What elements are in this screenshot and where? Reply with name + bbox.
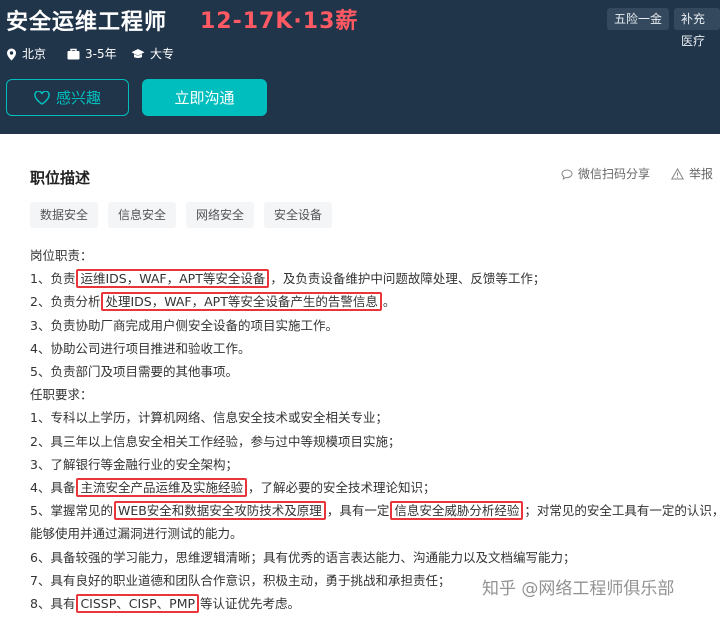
- interest-label: 感兴趣: [55, 89, 101, 107]
- text-segment: 。: [382, 294, 396, 310]
- requirement-item-continued: 能够使用并通过漏洞进行测试的能力。: [30, 526, 243, 542]
- requirement-item: 5、掌握常见的 WEB安全和数据安全攻防技术及原理 ，具有一定 信息安全威胁分析经验；…: [30, 499, 720, 522]
- job-description-text: 岗位职责： 1、负责 运维IDS，WAF，APT等安全设备 ，及负责设备维护中问题故…: [30, 244, 720, 615]
- report-label: 举报: [689, 167, 714, 181]
- share-button[interactable]: 微信扫码分享: [561, 165, 650, 183]
- graduation-cap-icon: [131, 49, 145, 58]
- text-segment: ，了解必要的安全技术理论知识；: [247, 480, 436, 496]
- highlighted-text: 信息安全威胁分析经验: [390, 501, 524, 521]
- duty-item: 5、负责部门及项目需要的其他事项。: [30, 364, 238, 380]
- text-segment: 8、具有: [30, 596, 76, 612]
- text-segment: 4、具备: [30, 480, 76, 496]
- text-segment: 等认证优先考虑。: [200, 596, 301, 612]
- warning-icon: [671, 168, 684, 180]
- job-description-card: 职位描述 微信扫码分享 举报 数据安全 信息安全 网络安全 安全设备 岗位职责：…: [0, 146, 720, 620]
- chat-now-button[interactable]: 立即沟通: [142, 79, 267, 116]
- skill-tag[interactable]: 信息安全: [108, 202, 177, 228]
- education-text: 大专: [150, 47, 175, 61]
- duties-heading: 岗位职责：: [30, 248, 93, 263]
- job-header: 安全运维工程师 12-17K·13薪 五险一金 补充医疗 北京 3-5年 大专 …: [0, 0, 720, 134]
- skill-tag[interactable]: 网络安全: [186, 202, 255, 228]
- location: 北京: [6, 45, 46, 63]
- skill-tag[interactable]: 数据安全: [30, 202, 99, 228]
- section-title: 职位描述: [30, 169, 91, 187]
- requirements-heading: 任职要求：: [30, 387, 93, 403]
- requirement-item: 4、具备 主流安全产品运维及实施经验 ，了解必要的安全技术理论知识；: [30, 476, 720, 499]
- requirement-item: 3、了解银行等金融行业的安全架构；: [30, 456, 238, 472]
- text-segment: 1、负责: [30, 271, 76, 287]
- skill-tag[interactable]: 安全设备: [264, 202, 333, 228]
- job-title: 安全运维工程师: [6, 10, 168, 35]
- experience: 3-5年: [67, 45, 117, 63]
- watermark: 知乎 @网络工程师俱乐部: [482, 579, 675, 599]
- briefcase-icon: [67, 48, 80, 60]
- heart-icon: [34, 90, 50, 105]
- education: 大专: [131, 45, 174, 63]
- skill-tags: 数据安全 信息安全 网络安全 安全设备: [30, 202, 342, 228]
- share-label: 微信扫码分享: [578, 167, 651, 181]
- location-text: 北京: [22, 47, 47, 61]
- location-pin-icon: [7, 48, 16, 60]
- duty-item: 2、负责分析 处理IDS，WAF，APT等安全设备产生的告警信息。: [30, 290, 720, 313]
- text-segment: 2、负责分析: [30, 294, 101, 310]
- report-button[interactable]: 举报: [671, 165, 713, 183]
- benefit-tag: 五险一金: [607, 8, 670, 30]
- experience-text: 3-5年: [85, 47, 117, 61]
- chat-bubble-icon: [561, 168, 573, 180]
- duty-item: 3、负责协助厂商完成用户侧安全设备的项目实施工作。: [30, 317, 338, 333]
- highlighted-text: 主流安全产品运维及实施经验: [76, 478, 247, 498]
- text-segment: ，及负责设备维护中问题故障处理、反馈等工作；: [270, 271, 546, 287]
- text-segment: ，具有一定: [326, 503, 390, 519]
- requirement-item: 1、专科以上学历，计算机网络、信息安全技术或安全相关专业；: [30, 410, 388, 426]
- benefit-tag: 补充医疗: [674, 8, 720, 48]
- text-segment: ；对常见的安全工具有一定的认识，有: [524, 503, 720, 519]
- duty-item: 1、负责 运维IDS，WAF，APT等安全设备 ，及负责设备维护中问题故障处理、反馈…: [30, 267, 720, 290]
- requirement-item: 2、具三年以上信息安全相关工作经验，参与过中等规模项目实施；: [30, 433, 401, 449]
- interest-button[interactable]: 感兴趣: [6, 79, 129, 116]
- requirement-item: 6、具备较强的学习能力，思维逻辑清晰；具有优秀的语言表达能力、沟通能力以及文档编…: [30, 549, 576, 565]
- salary: 12-17K·13薪: [200, 9, 359, 34]
- highlighted-text: CISSP、CISP、PMP: [76, 594, 200, 614]
- highlighted-text: WEB安全和数据安全攻防技术及原理: [113, 501, 326, 521]
- highlighted-text: 运维IDS，WAF，APT等安全设备: [76, 269, 270, 289]
- highlighted-text: 处理IDS，WAF，APT等安全设备产生的告警信息: [101, 292, 382, 312]
- chat-now-label: 立即沟通: [174, 89, 235, 107]
- duty-item: 4、协助公司进行项目推进和验收工作。: [30, 340, 251, 356]
- text-segment: 5、掌握常见的: [30, 503, 113, 519]
